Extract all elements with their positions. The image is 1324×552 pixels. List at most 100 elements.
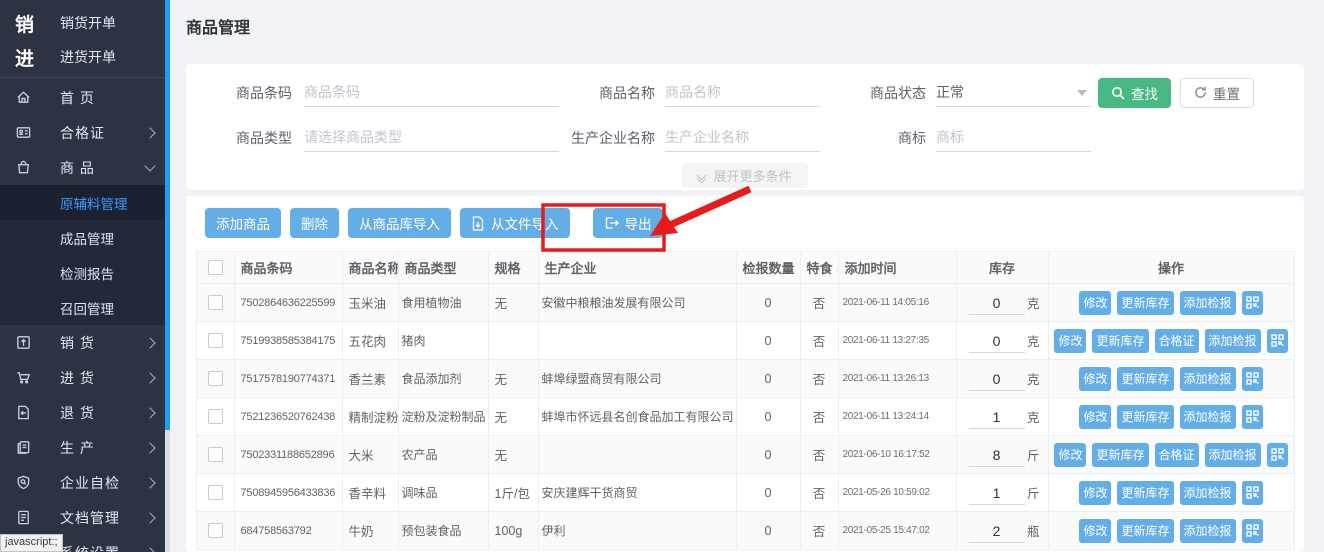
cell-type: 农产品 (397, 435, 489, 474)
row-checkbox[interactable] (207, 447, 223, 462)
qrcode-button[interactable] (1241, 290, 1263, 315)
cell-producer: 蚌埠绿盟商贸有限公司 (537, 359, 737, 398)
qrcode-button[interactable] (1241, 480, 1263, 505)
sidebar-scrollbar-thumb[interactable] (165, 0, 170, 430)
header-spec: 规格 (487, 251, 539, 284)
update-stock-button[interactable]: 更新库存 (1117, 518, 1174, 543)
sidebar-item-purchase-order[interactable]: 进 进货开单 (0, 40, 170, 74)
cell-barcode: 7502864636225599 (233, 283, 343, 322)
edit-button[interactable]: 修改 (1054, 442, 1087, 467)
sidebar-item-sales[interactable]: 销 货 (0, 325, 170, 360)
qrcode-button[interactable] (1266, 328, 1288, 353)
sidebar-item-self-inspection[interactable]: 企业自检 (0, 465, 170, 500)
export-button[interactable]: 导出 (592, 208, 663, 238)
import-from-library-button[interactable]: 从商品库导入 (348, 208, 451, 238)
sidebar-item-production[interactable]: 生 产 (0, 430, 170, 465)
stock-input[interactable]: 0 (968, 291, 1025, 315)
edit-button[interactable]: 修改 (1079, 404, 1112, 429)
certificate-button[interactable]: 合格证 (1154, 328, 1199, 353)
add-report-button[interactable]: 添加检报 (1204, 442, 1261, 467)
submenu-item-test-reports[interactable]: 检测报告 (0, 255, 170, 290)
cell-report-count: 0 (735, 359, 801, 398)
cell-added-time: 2021-06-11 14:05:16 (837, 283, 957, 322)
product-table: 商品条码 商品名称 商品类型 规格 生产企业 检报数量 特食 添加时间 库存 操… (195, 251, 1295, 550)
update-stock-button[interactable]: 更新库存 (1117, 290, 1174, 315)
sidebar-item-certificate[interactable]: 合格证 (0, 115, 170, 150)
add-product-button[interactable]: 添加商品 (205, 208, 281, 238)
import-from-file-button[interactable]: 从文件导入 (460, 208, 570, 238)
update-stock-button[interactable]: 更新库存 (1117, 404, 1174, 429)
add-report-button[interactable]: 添加检报 (1179, 404, 1236, 429)
product-type-select[interactable] (304, 123, 559, 152)
expand-more-conditions-button[interactable]: 展开更多条件 (682, 163, 808, 188)
stock-input[interactable]: 0 (968, 329, 1025, 353)
add-report-button[interactable]: 添加检报 (1179, 290, 1236, 315)
caret-down-icon (1077, 89, 1087, 96)
reset-button[interactable]: 重置 (1180, 77, 1254, 108)
stock-input[interactable]: 8 (968, 443, 1025, 467)
row-checkbox[interactable] (207, 333, 223, 348)
update-stock-button[interactable]: 更新库存 (1117, 480, 1174, 505)
qrcode-button[interactable] (1241, 404, 1263, 429)
cell-type: 淀粉及淀粉制品 (397, 397, 489, 436)
update-stock-button[interactable]: 更新库存 (1117, 366, 1174, 391)
sidebar-item-product[interactable]: 商 品 (0, 150, 170, 185)
status-select[interactable]: 正常 (936, 79, 1091, 107)
update-stock-button[interactable]: 更新库存 (1092, 328, 1149, 353)
name-filter-input[interactable] (665, 78, 820, 107)
submenu-item-raw-materials[interactable]: 原辅料管理 (0, 185, 170, 220)
product-table-panel: 添加商品 删除 从商品库导入 从文件导入 导出 商品条码 商品名称 商品类型 规… (186, 196, 1304, 552)
barcode-filter-input[interactable] (304, 78, 559, 107)
sidebar-item-label: 首 页 (60, 89, 95, 106)
header-report-count: 检报数量 (735, 251, 801, 284)
cell-spec: 无 (487, 283, 539, 322)
cell-barcode: 7502331188652896 (233, 435, 343, 474)
sidebar-item-home[interactable]: 首 页 (0, 80, 170, 115)
table-row: 7508945956433836 香辛料 调味品 1斤/包 安庆建辉干货商贸 0… (195, 473, 1295, 512)
add-report-button[interactable]: 添加检报 (1179, 366, 1236, 391)
stock-unit: 克 (1026, 335, 1040, 349)
delete-button[interactable]: 删除 (290, 208, 339, 238)
brand-filter-input[interactable] (936, 123, 1091, 152)
qrcode-icon (1245, 372, 1259, 385)
submenu-item-recall[interactable]: 召回管理 (0, 290, 170, 325)
chevron-down-icon (144, 159, 156, 172)
select-all-checkbox[interactable] (207, 260, 223, 275)
edit-button[interactable]: 修改 (1079, 480, 1112, 505)
update-stock-button[interactable]: 更新库存 (1092, 442, 1149, 467)
edit-button[interactable]: 修改 (1079, 366, 1112, 391)
add-report-button[interactable]: 添加检报 (1204, 328, 1261, 353)
certificate-button[interactable]: 合格证 (1154, 442, 1199, 467)
stock-input[interactable]: 1 (968, 405, 1025, 429)
chevron-right-icon (144, 546, 156, 552)
row-checkbox[interactable] (207, 409, 223, 424)
sidebar-item-sales-order[interactable]: 销 销货开单 (0, 6, 170, 40)
row-checkbox[interactable] (207, 485, 223, 500)
producer-filter-input[interactable] (665, 123, 820, 152)
certificate-card-icon (15, 124, 45, 141)
qrcode-button[interactable] (1266, 442, 1288, 467)
toolbar: 添加商品 删除 从商品库导入 从文件导入 导出 (186, 196, 1304, 238)
home-icon (15, 89, 45, 106)
header-stock: 库存 (955, 251, 1049, 284)
stock-input[interactable]: 2 (968, 519, 1025, 543)
search-button[interactable]: 查找 (1098, 77, 1171, 108)
row-checkbox[interactable] (207, 523, 223, 538)
add-report-button[interactable]: 添加检报 (1179, 518, 1236, 543)
sidebar-item-returns[interactable]: 退 货 (0, 395, 170, 430)
row-checkbox[interactable] (207, 371, 223, 386)
add-report-button[interactable]: 添加检报 (1179, 480, 1236, 505)
edit-button[interactable]: 修改 (1054, 328, 1087, 353)
sidebar-item-purchase[interactable]: 进 货 (0, 360, 170, 395)
edit-button[interactable]: 修改 (1079, 518, 1112, 543)
stock-unit: 瓶 (1026, 525, 1040, 539)
stock-input[interactable]: 0 (968, 367, 1025, 391)
row-checkbox[interactable] (207, 295, 223, 310)
sidebar-item-documents[interactable]: 文档管理 (0, 500, 170, 535)
qrcode-button[interactable] (1241, 518, 1263, 543)
qrcode-button[interactable] (1241, 366, 1263, 391)
edit-button[interactable]: 修改 (1079, 290, 1112, 315)
cell-type: 调味品 (397, 473, 489, 512)
stock-input[interactable]: 1 (968, 481, 1025, 505)
submenu-item-finished-products[interactable]: 成品管理 (0, 220, 170, 255)
